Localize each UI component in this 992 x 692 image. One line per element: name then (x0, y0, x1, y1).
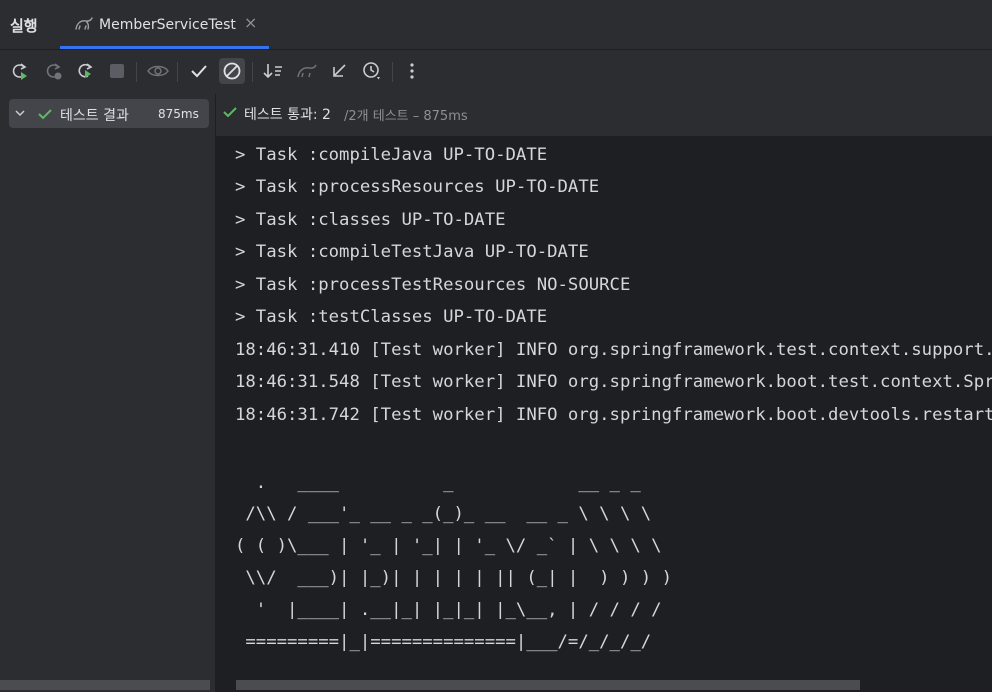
tool-window-header: 실행 MemberServiceTest × (0, 0, 992, 50)
rerun-button[interactable] (6, 58, 32, 84)
more-icon (410, 63, 414, 79)
rerun-toggle-icon (78, 63, 93, 78)
check-icon (38, 109, 52, 120)
rerun-icon (12, 63, 27, 80)
test-status-bar: 테스트 통과: 2 /2개 테스트 – 875ms (216, 94, 992, 136)
collapse-icon (333, 64, 346, 77)
stop-icon (110, 64, 124, 78)
horizontal-scrollbar[interactable] (0, 680, 210, 690)
show-passed-tests-toggle[interactable] (186, 58, 212, 84)
tests-total-label: /2개 테스트 – 875ms (344, 109, 468, 124)
more-button[interactable] (399, 58, 425, 84)
tab-label: MemberServiceTest (99, 17, 236, 33)
banner-line: \\/ ___)| |_)| | | | | || (_| | ) ) ) ) (235, 568, 672, 588)
console-line: 18:46:31.548 [Test worker] INFO org.spri… (235, 372, 992, 392)
tree-item-label: 테스트 결과 (60, 108, 129, 124)
console-line: > Task :testClasses UP-TO-DATE (235, 307, 548, 327)
console-line: > Task :processTestResources NO-SOURCE (235, 275, 631, 295)
tests-passed-label: 테스트 통과: 2 (244, 107, 331, 123)
console-line: > Task :compileTestJava UP-TO-DATE (235, 242, 589, 262)
console-line: > Task :classes UP-TO-DATE (235, 210, 506, 230)
console-output[interactable]: > Task :compileJava UP-TO-DATE > Task :p… (216, 136, 992, 692)
show-ignored-tests-toggle[interactable] (219, 58, 245, 84)
history-icon (363, 62, 380, 80)
check-icon (223, 107, 237, 118)
rerun-failed-button[interactable] (40, 58, 66, 84)
tab-member-service-test[interactable]: MemberServiceTest × (60, 0, 269, 49)
test-tree-panel: 테스트 결과 875ms (0, 94, 216, 692)
banner-line: ' |____| .__|_| |_|_| |_\__, | / / / / (235, 600, 662, 620)
chevron-down-icon[interactable] (14, 107, 26, 119)
banner-line: =========|_|==============|___/=/_/_/_/ (235, 632, 652, 652)
console-line: > Task :compileJava UP-TO-DATE (235, 145, 548, 165)
stop-button[interactable] (104, 58, 130, 84)
console-line: 18:46:31.410 [Test worker] INFO org.spri… (235, 340, 992, 360)
toolbar (0, 50, 992, 94)
import-tests-icon (297, 64, 317, 78)
banner-line: . ____ _ __ _ _ (235, 473, 641, 493)
check-icon (191, 65, 207, 78)
close-icon[interactable]: × (244, 13, 257, 32)
console-line: > Task :processResources UP-TO-DATE (235, 177, 600, 197)
gradle-icon (75, 17, 93, 30)
import-tests-button[interactable] (294, 58, 320, 84)
tree-item-test-results[interactable]: 테스트 결과 875ms (9, 99, 209, 128)
history-button[interactable] (359, 58, 385, 84)
sort-icon (263, 64, 282, 79)
sort-button[interactable] (260, 58, 286, 84)
ignored-icon (223, 62, 241, 80)
tool-window-title: 실행 (10, 17, 38, 35)
banner-line: /\\ / ___'_ __ _ _(_)_ __ __ _ \ \ \ \ (235, 504, 652, 524)
rerun-failed-icon (46, 63, 62, 80)
tree-item-duration: 875ms (158, 107, 199, 121)
console-line: 18:46:31.742 [Test worker] INFO org.spri… (235, 405, 992, 425)
banner-line: ( ( )\___ | '_ | '_| | '_ \/ _` | \ \ \ … (235, 536, 662, 556)
rerun-toggle-button[interactable] (72, 58, 98, 84)
collapse-button[interactable] (326, 58, 352, 84)
show-passed-button[interactable] (145, 58, 171, 84)
horizontal-scrollbar[interactable] (236, 680, 860, 690)
eye-icon (147, 65, 169, 77)
